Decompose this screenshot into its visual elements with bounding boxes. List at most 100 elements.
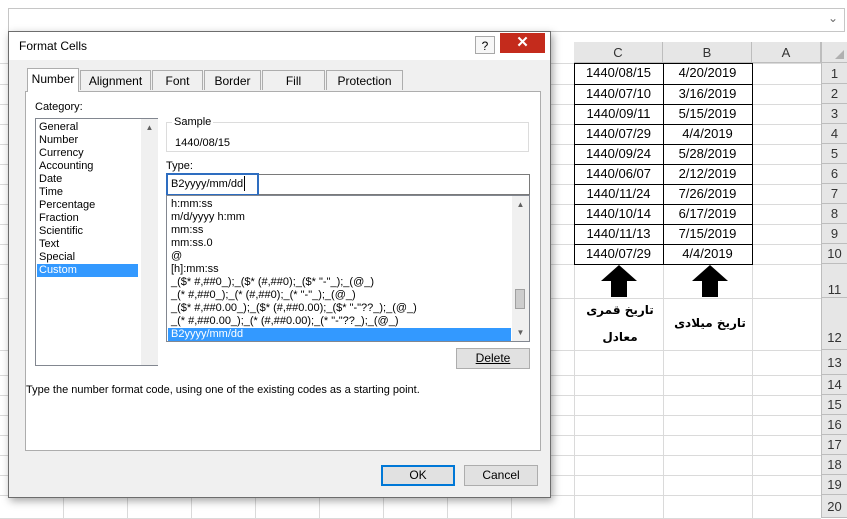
down-arrow-icon — [692, 265, 728, 297]
cell-hijri[interactable]: 1440/11/24 — [574, 184, 663, 204]
row-header-14[interactable]: 14 — [821, 375, 847, 395]
column-header-c[interactable]: C — [574, 42, 663, 63]
format-list-item[interactable]: [h]:mm:ss — [168, 263, 511, 276]
column-header-b[interactable]: B — [663, 42, 752, 63]
category-item-currency[interactable]: Currency — [37, 147, 138, 160]
cell-hijri[interactable]: 1440/09/11 — [574, 104, 663, 124]
category-item-date[interactable]: Date — [37, 173, 138, 186]
category-label: Category: — [35, 101, 83, 113]
cell-gregorian[interactable]: 7/15/2019 — [663, 224, 752, 244]
category-item-scientific[interactable]: Scientific — [37, 225, 138, 238]
text-caret — [244, 176, 245, 191]
row-header-16[interactable]: 16 — [821, 415, 847, 435]
format-list-item[interactable]: h:mm:ss — [168, 198, 511, 211]
tab-font[interactable]: Font — [152, 70, 203, 90]
cancel-button[interactable]: Cancel — [464, 465, 538, 486]
cell-gregorian[interactable]: 4/20/2019 — [663, 63, 752, 83]
category-item-general[interactable]: General — [37, 121, 138, 134]
row-header-6[interactable]: 6 — [821, 164, 847, 184]
cell-gregorian[interactable]: 2/12/2019 — [663, 164, 752, 184]
category-list[interactable]: ▲ General Number Currency Accounting Date Tim… — [35, 118, 158, 366]
chevron-down-icon[interactable]: ⌄ — [828, 11, 838, 25]
row-header-7[interactable]: 7 — [821, 184, 847, 204]
row-header-5[interactable]: 5 — [821, 144, 847, 164]
cell-hijri[interactable]: 1440/08/15 — [574, 63, 663, 83]
formula-input[interactable]: ⌄ — [8, 8, 845, 32]
help-icon[interactable]: ? — [475, 36, 495, 54]
help-text: Type the number format code, using one o… — [26, 384, 420, 396]
cell-hijri[interactable]: 1440/10/14 — [574, 204, 663, 224]
row-header-19[interactable]: 19 — [821, 475, 847, 495]
row-header-12[interactable]: 12 — [821, 298, 847, 350]
category-scrollbar[interactable]: ▲ — [141, 119, 158, 365]
cell-hijri[interactable]: 1440/07/29 — [574, 124, 663, 144]
cell-gregorian[interactable]: 4/4/2019 — [663, 124, 752, 144]
cell-gregorian[interactable]: 3/16/2019 — [663, 84, 752, 104]
cell-gregorian[interactable]: 7/26/2019 — [663, 184, 752, 204]
category-item-time[interactable]: Time — [37, 186, 138, 199]
delete-button-label: Delete — [475, 351, 511, 365]
cell-hijri[interactable]: 1440/09/24 — [574, 144, 663, 164]
dialog-title: Format Cells — [19, 39, 88, 53]
tab-fill[interactable]: Fill — [262, 70, 325, 90]
row-header-15[interactable]: 15 — [821, 395, 847, 415]
column-header-a[interactable]: A — [752, 42, 821, 63]
category-item-percentage[interactable]: Percentage — [37, 199, 138, 212]
sample-value: 1440/08/15 — [175, 137, 231, 149]
cell-hijri[interactable]: 1440/07/10 — [574, 84, 663, 104]
tab-alignment[interactable]: Alignment — [80, 70, 151, 90]
format-list-item[interactable]: _($* #,##0.00_);_($* (#,##0.00);_($* "-"… — [168, 302, 511, 315]
row-header-18[interactable]: 18 — [821, 455, 847, 475]
cell-gregorian[interactable]: 5/15/2019 — [663, 104, 752, 124]
ok-button[interactable]: OK — [381, 465, 455, 486]
category-item-number[interactable]: Number — [37, 134, 138, 147]
hijri-label-line1: تاریخ قمری — [586, 303, 654, 317]
format-list-item[interactable]: _($* #,##0_);_($* (#,##0);_($* "-"_);_(@… — [168, 276, 511, 289]
row-header-10[interactable]: 10 — [821, 244, 847, 264]
row-header-2[interactable]: 2 — [821, 84, 847, 104]
row-header-20[interactable]: 20 — [821, 495, 847, 518]
format-list-item[interactable]: _(* #,##0_);_(* (#,##0);_(* "-"_);_(@_) — [168, 289, 511, 302]
tab-border[interactable]: Border — [204, 70, 261, 90]
format-list-item[interactable]: _(* #,##0.00_);_(* (#,##0.00);_(* "-"??_… — [168, 315, 511, 328]
row-header-13[interactable]: 13 — [821, 350, 847, 375]
cell-gregorian[interactable]: 5/28/2019 — [663, 144, 752, 164]
format-list-item[interactable]: @ — [168, 250, 511, 263]
title-bar[interactable]: Format Cells ? ✕ — [9, 32, 550, 60]
scroll-up-icon[interactable]: ▲ — [141, 119, 158, 136]
cell-border — [574, 63, 575, 264]
category-item-accounting[interactable]: Accounting — [37, 160, 138, 173]
category-item-text[interactable]: Text — [37, 238, 138, 251]
cell-hijri[interactable]: 1440/07/29 — [574, 244, 663, 264]
cell-gregorian[interactable]: 6/17/2019 — [663, 204, 752, 224]
category-item-fraction[interactable]: Fraction — [37, 212, 138, 225]
format-scrollbar[interactable]: ▲ ▼ — [512, 196, 529, 341]
scroll-down-icon[interactable]: ▼ — [512, 324, 529, 341]
sample-label: Sample — [172, 116, 214, 128]
row-header-9[interactable]: 9 — [821, 224, 847, 244]
row-header-11[interactable]: 11 — [821, 264, 847, 298]
format-list-item[interactable]: m/d/yyyy h:mm — [168, 211, 511, 224]
gregorian-label: تاریخ میلادی — [674, 316, 746, 330]
cell-hijri[interactable]: 1440/11/13 — [574, 224, 663, 244]
select-all-corner[interactable] — [821, 42, 847, 63]
cell-gregorian[interactable]: 4/4/2019 — [663, 244, 752, 264]
cell-hijri[interactable]: 1440/06/07 — [574, 164, 663, 184]
category-item-custom[interactable]: Custom — [37, 264, 138, 277]
row-header-1[interactable]: 1 — [821, 63, 847, 84]
row-header-4[interactable]: 4 — [821, 124, 847, 144]
tab-number[interactable]: Number — [27, 68, 79, 92]
format-list-item[interactable]: B2yyyy/mm/dd — [168, 328, 511, 341]
close-icon[interactable]: ✕ — [500, 33, 545, 53]
row-header-3[interactable]: 3 — [821, 104, 847, 124]
delete-button[interactable]: Delete — [456, 348, 530, 369]
scroll-up-icon[interactable]: ▲ — [512, 196, 529, 213]
format-list-item[interactable]: mm:ss — [168, 224, 511, 237]
row-header-8[interactable]: 8 — [821, 204, 847, 224]
format-code-list[interactable]: ▲ ▼ h:mm:ss m/d/yyyy h:mm mm:ss mm:ss.0 @ [h]… — [166, 195, 530, 342]
category-item-special[interactable]: Special — [37, 251, 138, 264]
row-header-17[interactable]: 17 — [821, 435, 847, 455]
tab-protection[interactable]: Protection — [326, 70, 403, 90]
format-list-item[interactable]: mm:ss.0 — [168, 237, 511, 250]
scroll-thumb[interactable] — [515, 289, 525, 309]
